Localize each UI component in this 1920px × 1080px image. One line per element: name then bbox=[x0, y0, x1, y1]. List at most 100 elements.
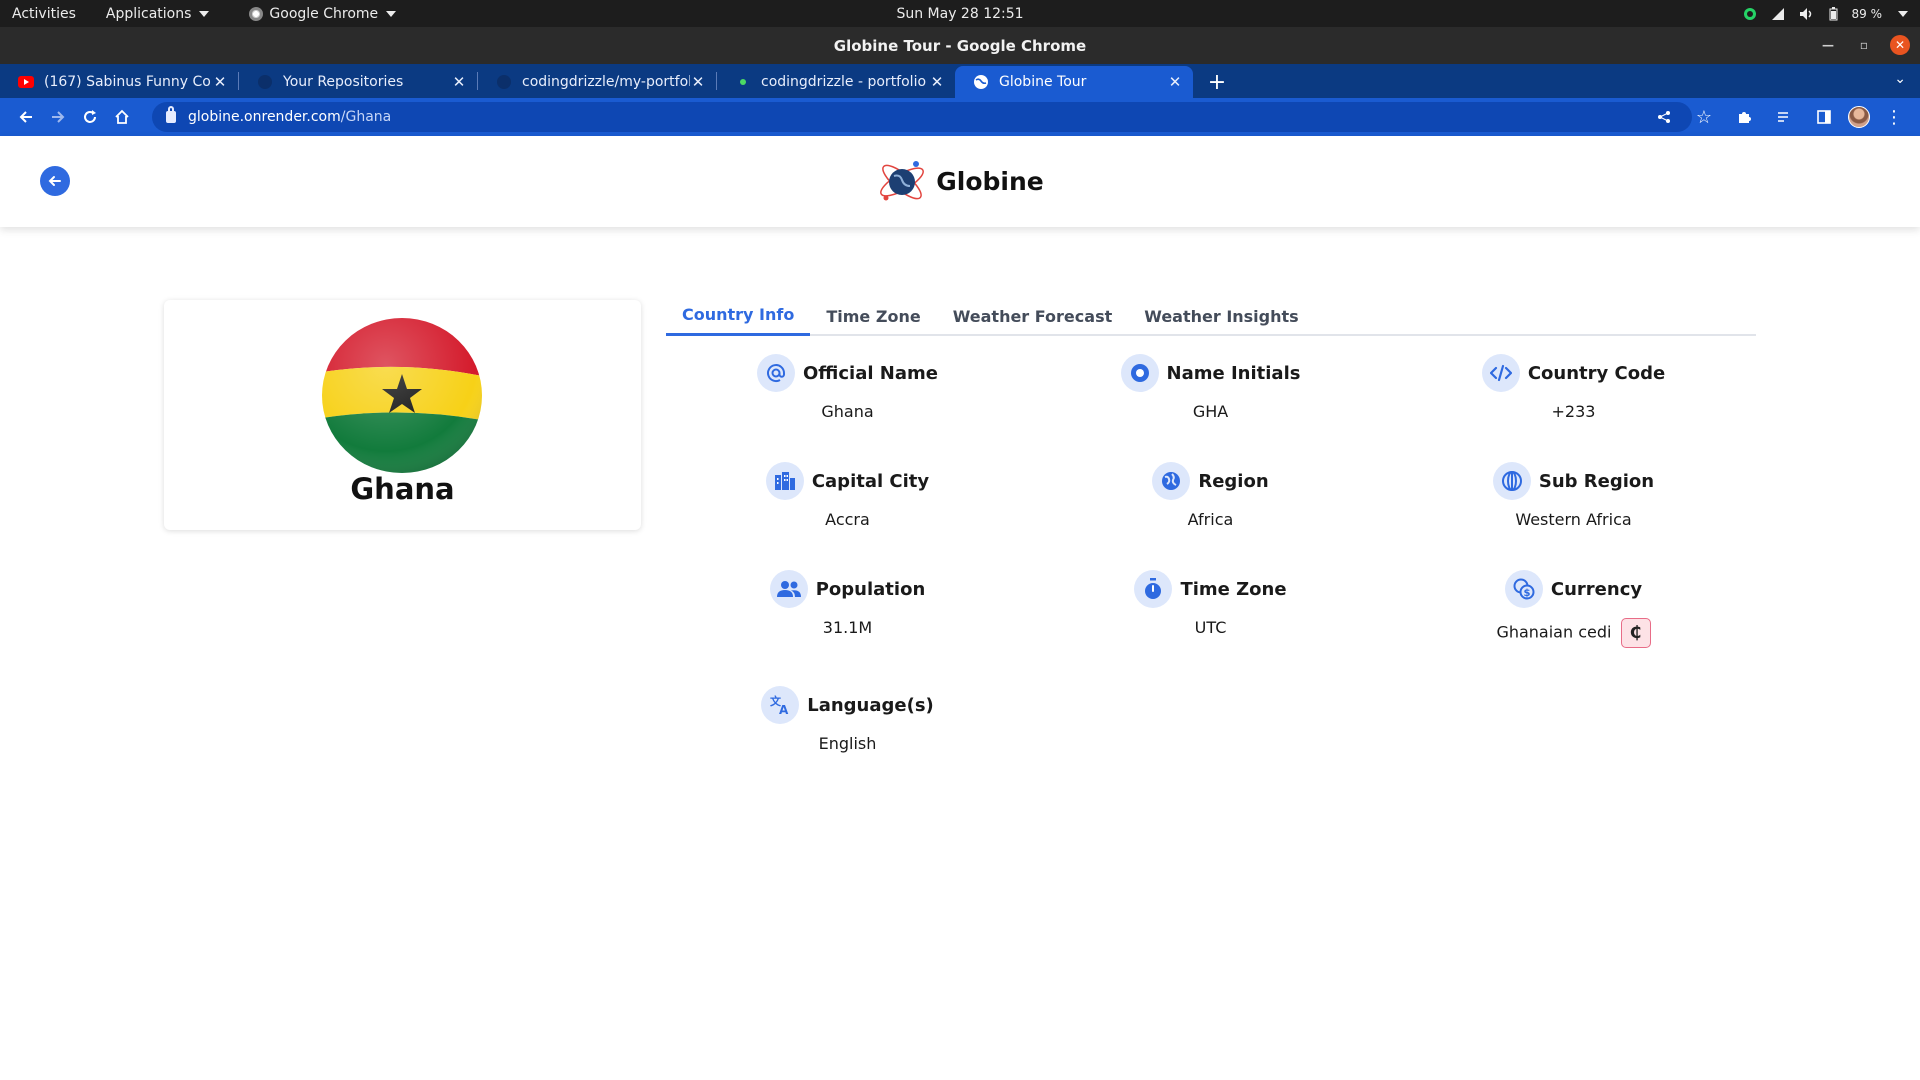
back-arrow-icon[interactable] bbox=[10, 101, 42, 133]
country-card: Ghana bbox=[164, 300, 641, 530]
info-value: UTC bbox=[1194, 618, 1227, 637]
github-icon bbox=[258, 75, 272, 89]
currency-exchange-icon: $ bbox=[1504, 570, 1543, 608]
tab-weather-insights[interactable]: Weather Insights bbox=[1128, 296, 1314, 336]
brand-logo[interactable]: Globine bbox=[876, 154, 1044, 210]
whatsapp-icon bbox=[1743, 7, 1756, 20]
browser-tab-strip: (167) Sabinus Funny Come ✕ Your Reposito… bbox=[0, 64, 1920, 98]
info-value: +233 bbox=[1551, 402, 1596, 421]
close-window-button[interactable]: ✕ bbox=[1890, 35, 1910, 55]
tab-country-info[interactable]: Country Info bbox=[666, 296, 811, 336]
volume-icon bbox=[1799, 7, 1811, 20]
side-panel-icon[interactable] bbox=[1808, 101, 1840, 133]
window-titlebar: Globine Tour - Google Chrome — ▫ ✕ bbox=[0, 27, 1920, 64]
info-label: Region bbox=[1198, 470, 1269, 492]
info-label: Language(s) bbox=[807, 694, 934, 716]
globe-icon bbox=[1152, 462, 1191, 500]
info-region: Region Africa bbox=[1029, 462, 1392, 529]
tab-time-zone[interactable]: Time Zone bbox=[810, 296, 936, 336]
info-languages: 文A Language(s) English bbox=[666, 686, 1029, 753]
app-menu-label: Google Chrome bbox=[269, 5, 379, 22]
new-tab-button[interactable]: + bbox=[1201, 66, 1233, 98]
activities-label: Activities bbox=[12, 5, 76, 22]
chevron-down-icon bbox=[199, 10, 210, 17]
ghana-flag-icon bbox=[322, 318, 482, 473]
clock[interactable]: Sun May 28 12:51 bbox=[896, 6, 1023, 22]
info-value: Accra bbox=[825, 510, 870, 529]
chevron-down-icon bbox=[386, 10, 397, 17]
info-value: English bbox=[818, 734, 877, 753]
info-label: Official Name bbox=[803, 362, 938, 384]
timer-icon bbox=[1134, 570, 1173, 608]
extensions-icon[interactable] bbox=[1728, 101, 1760, 133]
tab-title: (167) Sabinus Funny Come bbox=[44, 74, 212, 90]
target-icon bbox=[1120, 354, 1159, 392]
battery-percent: 89 % bbox=[1851, 6, 1883, 21]
more-menu-icon[interactable]: ⋮ bbox=[1878, 101, 1910, 133]
tab-weather-forecast[interactable]: Weather Forecast bbox=[937, 296, 1129, 336]
app-menu[interactable]: Google Chrome bbox=[249, 5, 397, 22]
applications-menu[interactable]: Applications bbox=[106, 6, 210, 22]
currency-name: Ghanaian cedi bbox=[1496, 622, 1612, 642]
currency-symbol-badge: ₵ bbox=[1620, 618, 1651, 648]
forward-arrow-icon[interactable] bbox=[42, 101, 74, 133]
close-tab-icon[interactable]: ✕ bbox=[690, 73, 706, 91]
reload-icon[interactable] bbox=[74, 101, 106, 133]
url-host: globine.onrender.com bbox=[188, 109, 341, 125]
translate-icon: 文A bbox=[761, 686, 800, 724]
close-tab-icon[interactable]: ✕ bbox=[1167, 73, 1183, 91]
activities-button[interactable]: Activities bbox=[12, 6, 76, 22]
web-page: Globine Ghana Country Info Time Zone Wea… bbox=[0, 136, 1920, 1080]
system-top-bar: Activities Applications Google Chrome Su… bbox=[0, 0, 1920, 27]
info-name-initials: Name Initials GHA bbox=[1029, 354, 1392, 421]
info-label: Country Code bbox=[1527, 362, 1666, 384]
svg-text:A: A bbox=[779, 703, 789, 716]
browser-tab[interactable]: codingdrizzle - portfolio ✕ bbox=[717, 66, 955, 98]
close-tab-icon[interactable]: ✕ bbox=[929, 73, 945, 91]
globine-logo-icon bbox=[880, 160, 925, 200]
sphere-icon bbox=[1492, 462, 1531, 500]
arrow-left-icon bbox=[48, 176, 61, 186]
info-value: Ghana bbox=[821, 402, 874, 421]
browser-toolbar: globine.onrender.com/Ghana ☆ ⋮ bbox=[0, 98, 1920, 136]
back-button[interactable] bbox=[40, 166, 70, 196]
youtube-icon bbox=[18, 76, 34, 88]
tab-title: codingdrizzle/my-portfoli bbox=[522, 74, 690, 90]
browser-tab[interactable]: codingdrizzle/my-portfoli ✕ bbox=[478, 66, 716, 98]
info-sub-region: Sub Region Western Africa bbox=[1392, 462, 1755, 529]
maximize-button[interactable]: ▫ bbox=[1854, 35, 1874, 55]
chevron-down-icon bbox=[1898, 10, 1908, 17]
info-tabs: Country Info Time Zone Weather Forecast … bbox=[666, 296, 1756, 336]
globe-icon bbox=[974, 75, 988, 89]
share-icon[interactable] bbox=[1648, 101, 1680, 133]
close-tab-icon[interactable]: ✕ bbox=[451, 73, 467, 91]
lock-icon[interactable] bbox=[166, 106, 176, 123]
brand-name: Globine bbox=[936, 167, 1044, 196]
info-label: Currency bbox=[1550, 578, 1643, 600]
browser-tab-active[interactable]: Globine Tour ✕ bbox=[955, 66, 1193, 98]
info-label: Capital City bbox=[811, 470, 930, 492]
star-icon[interactable]: ☆ bbox=[1688, 101, 1720, 133]
tab-search-chevron-icon[interactable]: ⌄ bbox=[1894, 71, 1906, 87]
info-currency: $ Currency Ghanaian cedi ₵ bbox=[1392, 570, 1755, 648]
battery-icon bbox=[1829, 6, 1837, 20]
home-icon[interactable] bbox=[106, 101, 138, 133]
minimize-button[interactable]: — bbox=[1818, 35, 1838, 55]
people-icon bbox=[769, 570, 808, 608]
close-tab-icon[interactable]: ✕ bbox=[212, 73, 228, 91]
info-population: Population 31.1M bbox=[666, 570, 1029, 637]
address-bar[interactable]: globine.onrender.com/Ghana bbox=[152, 102, 1692, 132]
render-icon bbox=[740, 79, 746, 85]
site-header: Globine bbox=[0, 136, 1920, 227]
info-value: Ghanaian cedi ₵ bbox=[1392, 618, 1755, 648]
browser-tab[interactable]: Your Repositories ✕ bbox=[239, 66, 477, 98]
browser-tab[interactable]: (167) Sabinus Funny Come ✕ bbox=[0, 66, 238, 98]
reading-list-icon[interactable] bbox=[1768, 101, 1800, 133]
profile-avatar[interactable] bbox=[1848, 106, 1870, 128]
tab-title: Your Repositories bbox=[283, 74, 404, 90]
info-official-name: Official Name Ghana bbox=[666, 354, 1029, 421]
city-icon bbox=[765, 462, 804, 500]
country-name: Ghana bbox=[350, 472, 455, 506]
system-tray[interactable]: 89 % bbox=[1743, 6, 1908, 21]
info-label: Name Initials bbox=[1166, 362, 1301, 384]
